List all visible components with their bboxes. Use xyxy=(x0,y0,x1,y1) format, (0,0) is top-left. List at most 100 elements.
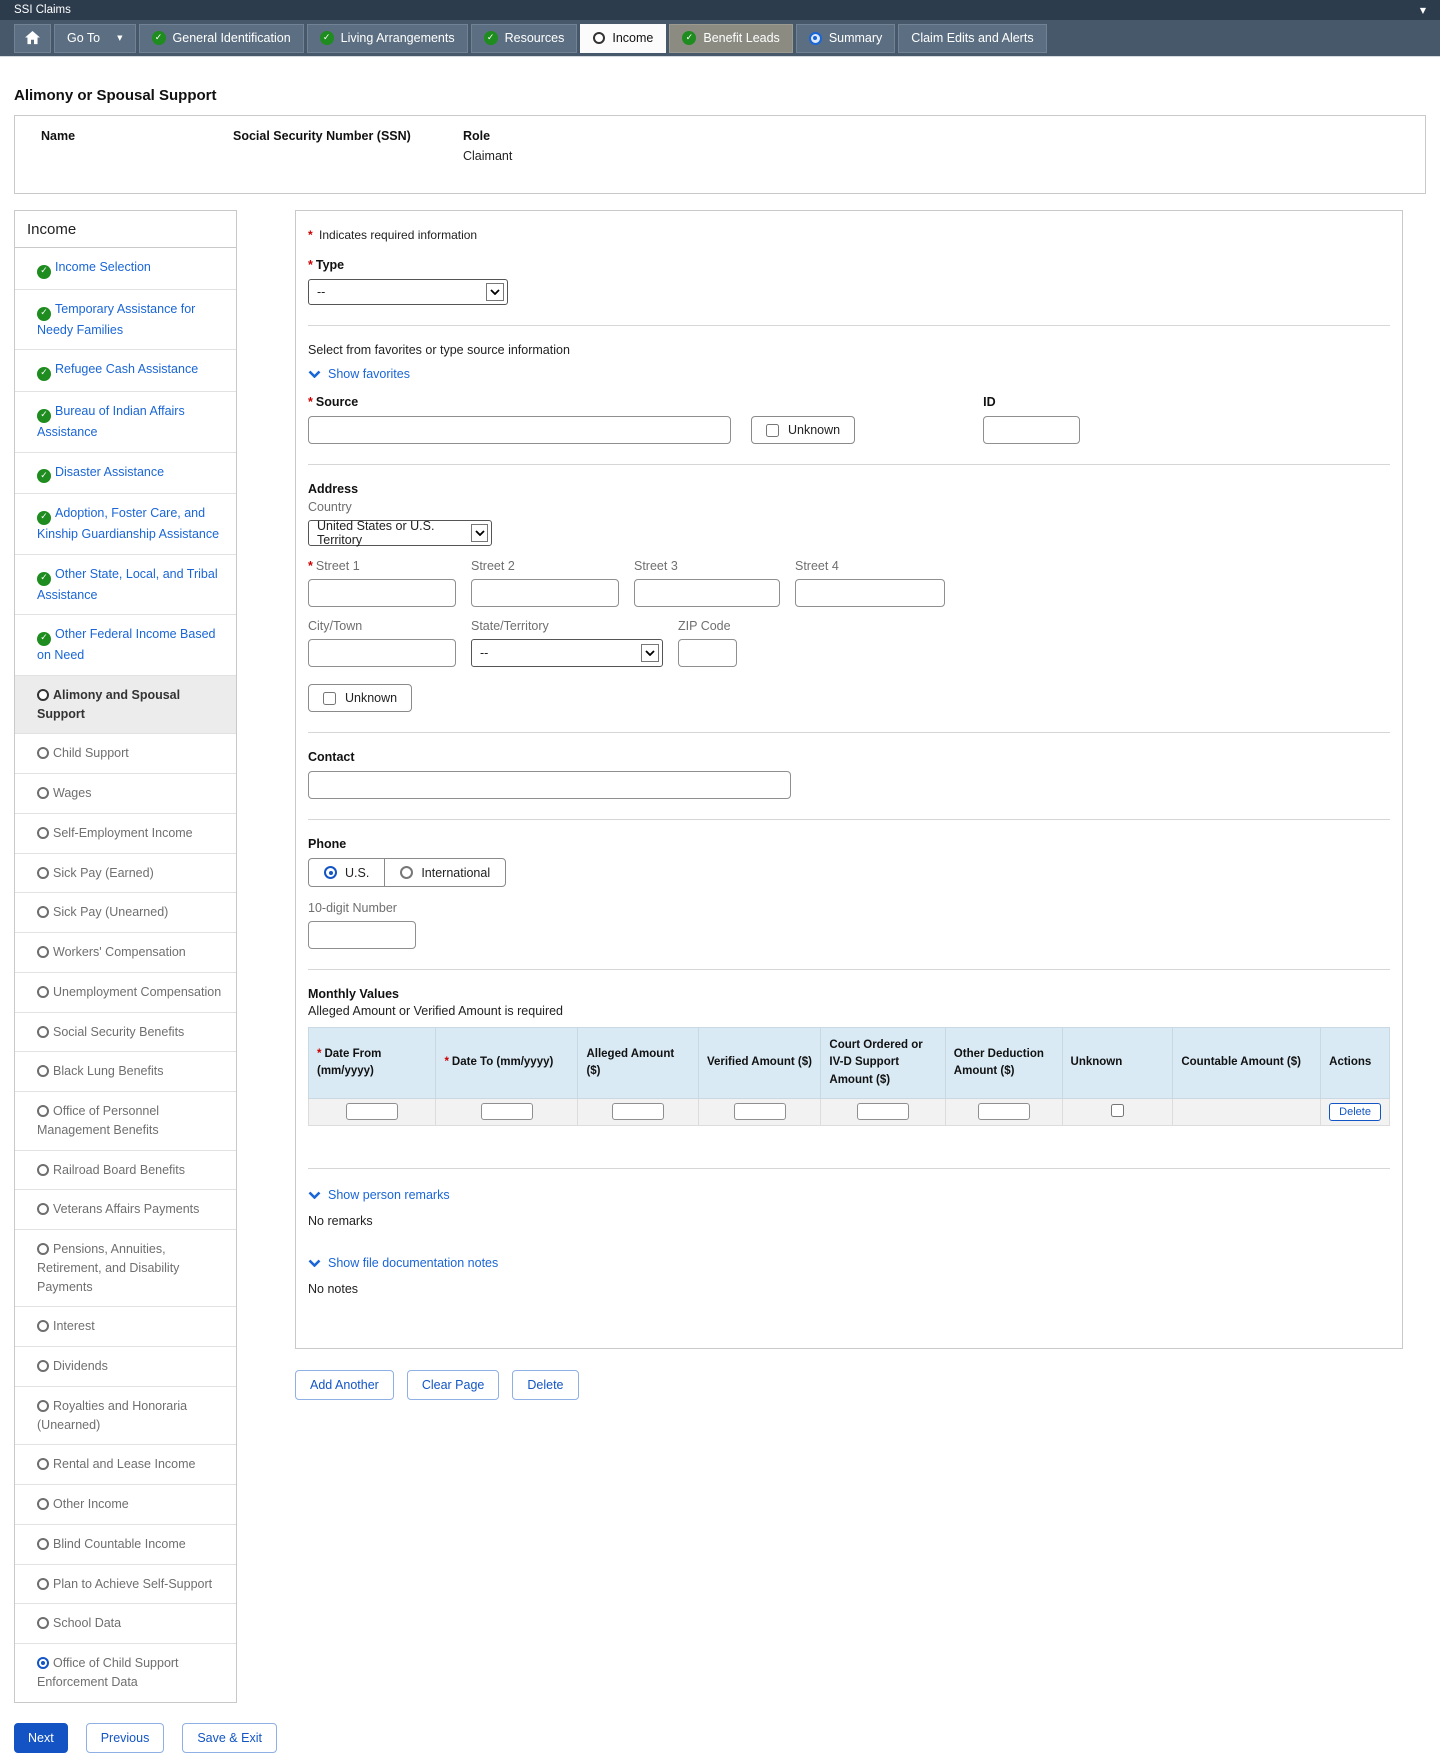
sidebar-item-label: Wages xyxy=(53,786,91,800)
check-icon: ✓ xyxy=(37,409,51,423)
sidebar-item-refugee-cash-assistance[interactable]: ✓Refugee Cash Assistance xyxy=(15,350,236,392)
show-person-remarks-toggle[interactable]: Show person remarks xyxy=(308,1188,450,1202)
sidebar-item-label: Blind Countable Income xyxy=(53,1537,186,1551)
contact-input[interactable] xyxy=(308,771,791,799)
radio-icon xyxy=(37,1538,49,1550)
sidebar-item-workers-compensation[interactable]: Workers' Compensation xyxy=(15,933,236,973)
titlebar-caret-icon[interactable]: ▼ xyxy=(1420,6,1426,15)
street2-input[interactable] xyxy=(471,579,619,607)
sidebar-item-sick-pay-unearned[interactable]: Sick Pay (Unearned) xyxy=(15,893,236,933)
sidebar-item-office-of-child-support-enforcement-data[interactable]: Office of Child Support Enforcement Data xyxy=(15,1644,236,1702)
phone-international-option[interactable]: International xyxy=(384,859,505,886)
check-icon: ✓ xyxy=(484,31,498,45)
check-icon: ✓ xyxy=(37,469,51,483)
address-unknown-checkbox[interactable] xyxy=(323,692,336,705)
sidebar-item-label: Child Support xyxy=(53,746,129,760)
radio-icon xyxy=(37,1203,49,1215)
income-sidebar: Income ✓Income Selection✓Temporary Assis… xyxy=(14,210,237,1703)
source-unknown-label: Unknown xyxy=(788,423,840,437)
tab-claim-edits-and-alerts[interactable]: Claim Edits and Alerts xyxy=(898,24,1046,53)
tab-general-identification[interactable]: ✓General Identification xyxy=(139,24,304,53)
type-select[interactable]: -- xyxy=(308,279,508,305)
zip-input[interactable] xyxy=(678,639,737,667)
street3-input[interactable] xyxy=(634,579,780,607)
delete-button[interactable]: Delete xyxy=(512,1370,578,1400)
sidebar-item-temporary-assistance-for-needy-families[interactable]: ✓Temporary Assistance for Needy Families xyxy=(15,290,236,351)
monthly-values-title: Monthly Values xyxy=(308,987,1390,1001)
street4-input[interactable] xyxy=(795,579,945,607)
sidebar-item-child-support[interactable]: Child Support xyxy=(15,734,236,774)
sidebar-item-veterans-affairs-payments[interactable]: Veterans Affairs Payments xyxy=(15,1190,236,1230)
country-select[interactable]: United States or U.S. Territory xyxy=(308,520,492,546)
radio-icon xyxy=(37,1498,49,1510)
sidebar-item-office-of-personnel-management-benefits[interactable]: Office of Personnel Management Benefits xyxy=(15,1092,236,1151)
sidebar-item-adoption-foster-care-and-kinship-guardianship-assistance[interactable]: ✓Adoption, Foster Care, and Kinship Guar… xyxy=(15,494,236,555)
tab-income[interactable]: Income xyxy=(580,24,666,53)
sidebar-item-wages[interactable]: Wages xyxy=(15,774,236,814)
mv-input-verified-amount[interactable] xyxy=(734,1103,786,1120)
id-input[interactable] xyxy=(983,416,1080,444)
sidebar-item-royalties-and-honoraria-unearned[interactable]: Royalties and Honoraria (Unearned) xyxy=(15,1387,236,1446)
city-input[interactable] xyxy=(308,639,456,667)
go-to-dropdown[interactable]: Go To ▼ xyxy=(54,24,136,53)
radio-icon xyxy=(37,1105,49,1117)
contact-label: Contact xyxy=(308,750,1390,764)
clear-page-button[interactable]: Clear Page xyxy=(407,1370,500,1400)
sidebar-item-social-security-benefits[interactable]: Social Security Benefits xyxy=(15,1013,236,1053)
tab-benefit-leads[interactable]: ✓Benefit Leads xyxy=(669,24,792,53)
phone-section-label: Phone xyxy=(308,837,1390,851)
add-another-button[interactable]: Add Another xyxy=(295,1370,394,1400)
tab-living-arrangements[interactable]: ✓Living Arrangements xyxy=(307,24,468,53)
divider xyxy=(308,325,1390,326)
source-unknown-toggle[interactable]: Unknown xyxy=(751,416,855,444)
sidebar-item-interest[interactable]: Interest xyxy=(15,1307,236,1347)
sidebar-item-other-income[interactable]: Other Income xyxy=(15,1485,236,1525)
sidebar-item-school-data[interactable]: School Data xyxy=(15,1604,236,1644)
tab-summary[interactable]: Summary xyxy=(796,24,895,53)
sidebar-item-dividends[interactable]: Dividends xyxy=(15,1347,236,1387)
sidebar-item-pensions-annuities-retirement-and-disability-payments[interactable]: Pensions, Annuities, Retirement, and Dis… xyxy=(15,1230,236,1307)
address-unknown-toggle[interactable]: Unknown xyxy=(308,684,412,712)
sidebar-item-unemployment-compensation[interactable]: Unemployment Compensation xyxy=(15,973,236,1013)
divider xyxy=(308,464,1390,465)
sidebar-item-label: Refugee Cash Assistance xyxy=(55,362,198,376)
save-exit-button[interactable]: Save & Exit xyxy=(182,1723,277,1753)
mv-input-alleged-amount[interactable] xyxy=(612,1103,664,1120)
radio-selected-icon xyxy=(324,866,337,879)
mv-unknown-checkbox[interactable] xyxy=(1111,1104,1124,1117)
show-favorites-toggle[interactable]: Show favorites xyxy=(308,367,410,381)
mv-input-other-deduction-amount[interactable] xyxy=(978,1103,1030,1120)
home-button[interactable] xyxy=(14,24,51,53)
sidebar-item-black-lung-benefits[interactable]: Black Lung Benefits xyxy=(15,1052,236,1092)
sidebar-item-alimony-and-spousal-support[interactable]: Alimony and Spousal Support xyxy=(15,676,236,735)
sidebar-item-sick-pay-earned[interactable]: Sick Pay (Earned) xyxy=(15,854,236,894)
previous-button[interactable]: Previous xyxy=(86,1723,165,1753)
phone-number-input[interactable] xyxy=(308,921,416,949)
show-file-notes-toggle[interactable]: Show file documentation notes xyxy=(308,1256,498,1270)
mv-delete-button[interactable]: Delete xyxy=(1329,1103,1381,1121)
phone-us-option[interactable]: U.S. xyxy=(309,859,384,886)
sidebar-item-bureau-of-indian-affairs-assistance[interactable]: ✓Bureau of Indian Affairs Assistance xyxy=(15,392,236,453)
next-button[interactable]: Next xyxy=(14,1723,68,1753)
source-input[interactable] xyxy=(308,416,731,444)
mv-input-date-from-mm-yyyy[interactable] xyxy=(346,1103,398,1120)
state-select[interactable]: -- xyxy=(471,639,663,667)
ssn-label: Social Security Number (SSN) xyxy=(233,129,463,143)
sidebar-item-other-federal-income-based-on-need[interactable]: ✓Other Federal Income Based on Need xyxy=(15,615,236,676)
sidebar-item-railroad-board-benefits[interactable]: Railroad Board Benefits xyxy=(15,1151,236,1191)
mv-col-countable-amount: Countable Amount ($) xyxy=(1173,1028,1321,1099)
mv-input-court-ordered-or-iv-d-support-amount[interactable] xyxy=(857,1103,909,1120)
home-icon xyxy=(25,31,40,45)
mv-input-date-to-mm-yyyy[interactable] xyxy=(481,1103,533,1120)
sidebar-item-other-state-local-and-tribal-assistance[interactable]: ✓Other State, Local, and Tribal Assistan… xyxy=(15,555,236,616)
sidebar-item-plan-to-achieve-self-support[interactable]: Plan to Achieve Self-Support xyxy=(15,1565,236,1605)
sidebar-item-rental-and-lease-income[interactable]: Rental and Lease Income xyxy=(15,1445,236,1485)
sidebar-item-label: Plan to Achieve Self-Support xyxy=(53,1577,212,1591)
sidebar-item-blind-countable-income[interactable]: Blind Countable Income xyxy=(15,1525,236,1565)
street1-input[interactable] xyxy=(308,579,456,607)
source-unknown-checkbox[interactable] xyxy=(766,424,779,437)
sidebar-item-self-employment-income[interactable]: Self-Employment Income xyxy=(15,814,236,854)
sidebar-item-disaster-assistance[interactable]: ✓Disaster Assistance xyxy=(15,453,236,495)
tab-resources[interactable]: ✓Resources xyxy=(471,24,578,53)
sidebar-item-income-selection[interactable]: ✓Income Selection xyxy=(15,248,236,290)
